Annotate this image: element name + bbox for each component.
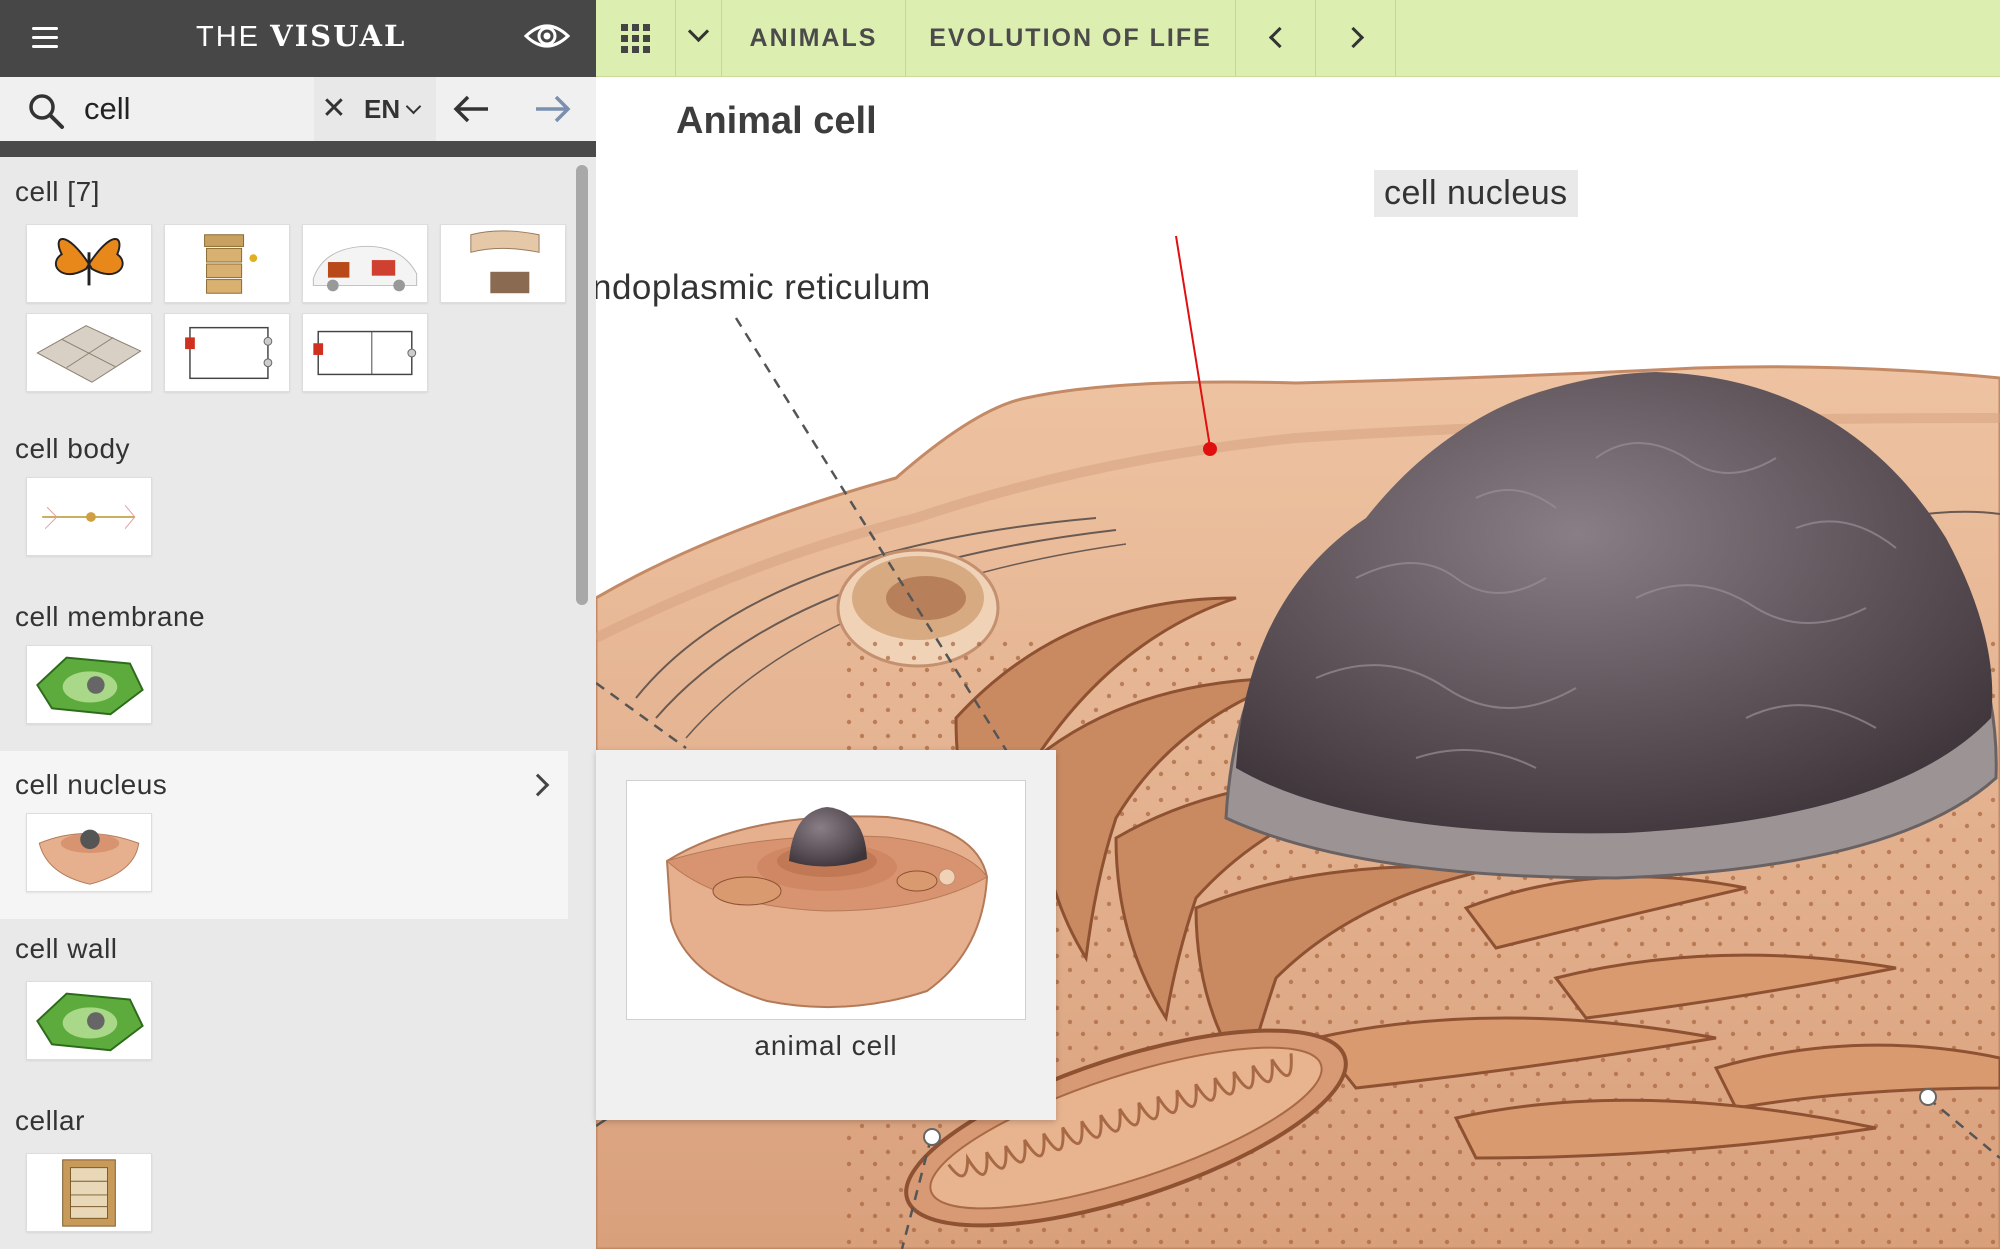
forward-arrow-icon[interactable] — [526, 89, 582, 129]
label-endoplasmic-reticulum[interactable]: ndoplasmic reticulum — [596, 268, 931, 308]
nav-next-button[interactable] — [1316, 0, 1396, 77]
language-select[interactable]: EN — [354, 77, 436, 141]
thumb-house-floorplan[interactable] — [26, 313, 152, 392]
search-sidebar: THE VISUAL ✕ EN — [0, 0, 596, 1249]
result-group-cell-body: cell body — [0, 419, 568, 579]
hamburger-menu-icon[interactable] — [26, 18, 66, 58]
thumb-plant-cell[interactable] — [26, 645, 152, 724]
chevron-right-icon — [1342, 26, 1365, 49]
nav-category-label: EVOLUTION OF LIFE — [929, 24, 1212, 52]
top-navigation: ANIMALS EVOLUTION OF LIFE — [596, 0, 2000, 77]
sidebar-scrollbar[interactable] — [572, 157, 596, 1249]
thumb-monarch-butterfly[interactable] — [26, 224, 152, 303]
brand-bar: THE VISUAL — [0, 0, 596, 77]
result-group-title: cell membrane — [15, 601, 206, 632]
result-group-cell-wall: cell wall — [0, 919, 568, 1087]
result-group-title: cell wall — [15, 933, 118, 964]
thumb-neuron[interactable] — [26, 477, 152, 556]
result-group-cell-membrane: cell membrane — [0, 587, 568, 747]
result-group-title: cell body — [15, 433, 131, 464]
result-group-title: cell [7] — [15, 176, 100, 207]
thumb-electric-circuit[interactable] — [164, 313, 290, 392]
eye-icon[interactable] — [522, 16, 572, 56]
hover-preview-popup: animal cell — [596, 750, 1056, 1120]
chevron-down-icon — [687, 20, 710, 43]
chevron-left-icon — [1268, 26, 1291, 49]
brand-prefix: THE — [196, 21, 260, 53]
grid-menu-icon[interactable] — [596, 0, 676, 77]
thumb-animal-cell[interactable] — [26, 813, 152, 892]
page-title: Animal cell — [676, 100, 877, 142]
animal-cell-thumbnail[interactable] — [626, 780, 1026, 1020]
label-cell-nucleus[interactable]: cell nucleus — [1374, 170, 1578, 217]
search-divider — [0, 141, 596, 157]
result-group-title: cell nucleus — [15, 769, 168, 800]
nav-previous-button[interactable] — [1236, 0, 1316, 77]
search-results-list: cell [7] cell body cell membrane cell nu… — [0, 157, 568, 1249]
thumb-wine-cellar[interactable] — [26, 1153, 152, 1232]
scrollbar-thumb[interactable] — [576, 165, 588, 605]
popup-caption: animal cell — [754, 1030, 898, 1061]
thumb-cross-section[interactable] — [440, 224, 566, 303]
result-group-title: cellar — [15, 1105, 85, 1136]
nav-dropdown-button[interactable] — [676, 0, 722, 77]
search-input[interactable] — [84, 89, 310, 129]
chevron-down-icon — [405, 98, 422, 115]
language-value: EN — [364, 94, 401, 124]
thumb-plant-cell[interactable] — [26, 981, 152, 1060]
thumb-electric-circuit-2[interactable] — [302, 313, 428, 392]
thumb-car-battery-system[interactable] — [302, 224, 428, 303]
chevron-right-icon[interactable] — [526, 773, 550, 797]
back-arrow-icon[interactable] — [446, 89, 502, 129]
result-group-cell: cell [7] — [0, 157, 568, 403]
nav-category-evolution-of-life[interactable]: EVOLUTION OF LIFE — [906, 0, 1236, 77]
result-group-cellar: cellar — [0, 1087, 568, 1249]
brand-name: VISUAL — [270, 19, 407, 53]
brand-logo[interactable]: THE VISUAL — [196, 19, 406, 54]
clear-search-button[interactable]: ✕ — [314, 77, 354, 141]
search-icon — [26, 91, 68, 131]
thumb-beehive[interactable] — [164, 224, 290, 303]
nav-category-animals[interactable]: ANIMALS — [722, 0, 906, 77]
result-group-cell-nucleus[interactable]: cell nucleus — [0, 751, 568, 919]
nav-category-label: ANIMALS — [749, 24, 878, 52]
search-bar: ✕ EN — [0, 77, 596, 141]
